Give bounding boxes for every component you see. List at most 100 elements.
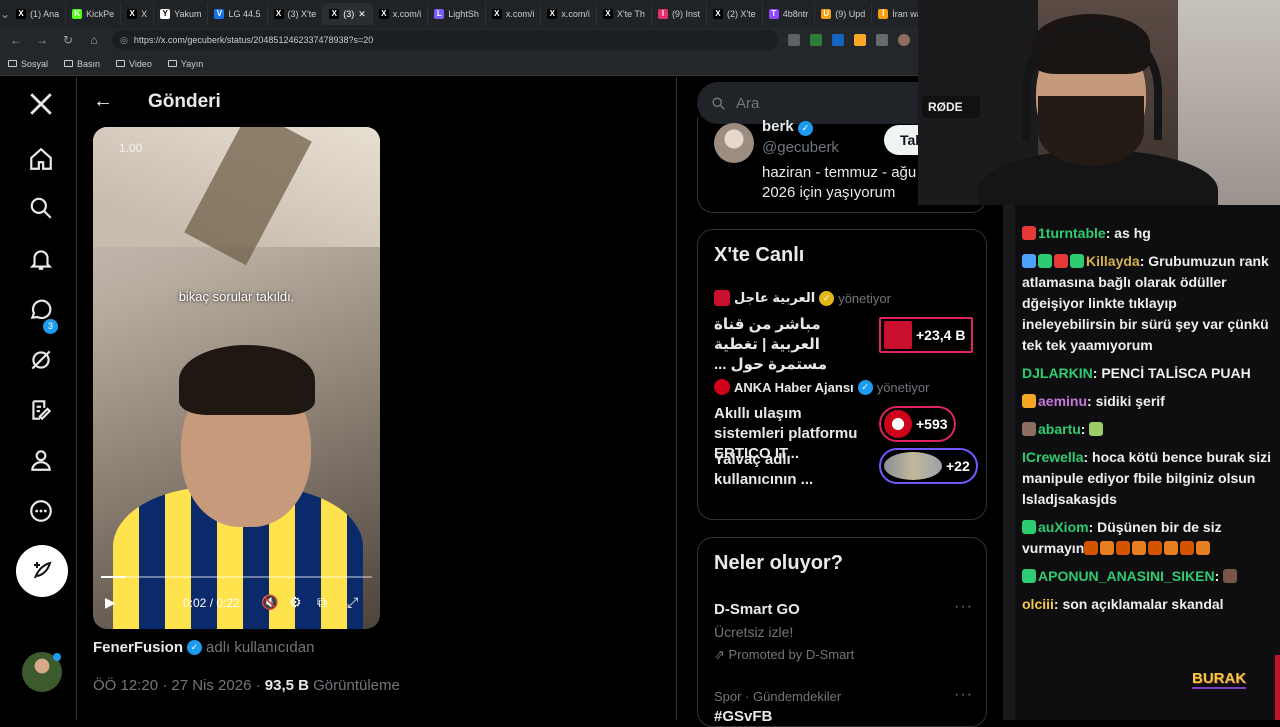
tab-label: LG 44.5 [228,9,261,19]
extension-icon[interactable] [788,34,800,46]
more-dots-icon[interactable]: ··· [954,598,973,616]
chat-username[interactable]: olciii [1022,596,1054,612]
chat-badge-icon [1038,254,1052,268]
browser-tab[interactable]: Y Yakum [154,3,209,25]
browser-tab[interactable]: Xx.com/i [486,3,542,25]
chat-emote-icon [1164,541,1179,555]
reload-icon[interactable]: ↻ [60,33,76,47]
browser-tab[interactable]: V LG 44.5 [208,3,268,25]
forward-icon[interactable]: → [34,33,50,47]
url-field[interactable]: ◎ https://x.com/gecuberk/status/20485124… [112,30,778,50]
browser-tab[interactable]: T 4b8ntr [763,3,816,25]
browser-tab[interactable]: X X'te Th [597,3,652,25]
browser-tab[interactable]: İİran wa [872,3,918,25]
chat-message: aeminu: sidiki şerif [1022,391,1274,412]
chat-badge-icon [1022,254,1036,268]
mute-icon[interactable]: 🔇 [261,594,278,611]
x-left-nav: 3 [0,77,77,720]
chat-username[interactable]: DJLARKIN [1022,365,1093,381]
trend-title[interactable]: D-Smart GO [714,601,800,618]
extension-icon[interactable] [854,34,866,46]
browser-tab[interactable]: X (3) ✕ [323,3,373,25]
chat-username[interactable]: 1turntable [1038,225,1106,241]
browser-tab[interactable]: XX [121,3,155,25]
browser-tab[interactable]: Xx.com/i [373,3,429,25]
video-player[interactable]: 1.00 bikaç sorular takıldı. ▶ 0:02 / 0:2… [93,127,380,629]
trend-title[interactable]: #GSvFB [714,708,772,726]
profile-icon[interactable] [26,445,56,475]
tab-favicon-icon: Y [160,9,171,19]
profile-name[interactable]: berk ✓ [762,118,813,136]
bookmark-folder[interactable]: Sosyal [8,59,48,69]
bookmark-folder[interactable]: Basın [64,59,100,69]
browser-tab[interactable]: U (9) Upd [815,3,873,25]
tab-close-icon[interactable]: ✕ [358,9,366,20]
trend-subtitle: Ücretsiz izle! [714,624,794,640]
picture-in-picture-icon[interactable]: ⧉ [317,594,327,611]
live-listener-count[interactable]: +593 [879,406,956,442]
chat-username[interactable]: abartu [1038,421,1081,437]
search-icon [712,96,725,110]
chat-separator: : [1139,253,1149,269]
x-logo-icon[interactable] [26,89,56,119]
explore-search-icon[interactable] [26,193,56,223]
home-icon[interactable]: ⌂ [86,33,102,47]
host-name: ANKA Haber Ajansı [734,379,854,395]
browser-tab[interactable]: L LightSh [428,3,486,25]
notifications-bell-icon[interactable] [26,244,56,274]
live-title[interactable]: Yalvaç adlı kullanıcının ... [714,450,864,490]
browser-tab[interactable]: K KickPe [66,3,122,25]
grok-icon[interactable] [26,345,56,375]
back-arrow-icon[interactable]: ← [93,90,113,113]
video-progress-bar[interactable] [101,576,372,578]
profile-handle: @gecuberk [762,139,839,156]
browser-tab[interactable]: Xx.com/i [541,3,597,25]
chat-text: sidiki şerif [1095,393,1165,409]
extension-icon[interactable] [876,34,888,46]
tab-menu-icon[interactable]: ⌄ [0,7,10,21]
back-icon[interactable]: ← [8,33,24,47]
home-icon[interactable] [26,144,56,174]
chat-separator: : [1083,449,1093,465]
articles-compose-icon[interactable] [26,395,56,425]
compose-post-button[interactable] [16,545,68,597]
chat-username[interactable]: auXiom [1038,519,1089,535]
live-host[interactable]: ANKA Haber Ajansı ✓ yönetiyor [714,379,929,395]
profile-icon[interactable] [898,34,910,46]
live-listener-count[interactable]: +22 [879,448,978,484]
overlay-accent-bar [1275,655,1280,720]
chat-username[interactable]: aeminu [1038,393,1087,409]
browser-tab[interactable]: I (9) Inst [652,3,707,25]
browser-tab[interactable]: X (3) X'te [268,3,324,25]
tab-favicon-icon: X [491,9,502,19]
browser-tab[interactable]: X (1) Ana [10,3,67,25]
chat-badge-icon [1022,569,1036,583]
chat-username[interactable]: ICrewella [1022,449,1083,465]
lock-icon: ◎ [120,34,128,45]
live-listener-count[interactable]: +23,4 B [879,317,974,353]
live-title[interactable]: مباشر من قناة العربية | تغطية مستمرة حول… [714,315,864,375]
bookmark-folder[interactable]: Video [116,59,152,69]
settings-gear-icon[interactable]: ⚙ [289,594,302,611]
play-icon[interactable]: ▶ [105,594,116,611]
chat-username[interactable]: Killayda [1086,253,1140,269]
fullscreen-icon[interactable]: ⤢ [347,594,358,611]
browser-tab[interactable]: X (2) X'te [707,3,763,25]
more-dots-icon[interactable]: ··· [954,686,973,704]
chat-username[interactable]: APONUN_ANASINI_SIKEN [1038,568,1215,584]
post-timestamp[interactable]: ÖÖ 12:20 · 27 Nis 2026 · [93,677,265,694]
extension-icon[interactable] [832,34,844,46]
bookmark-folder[interactable]: Yayın [167,59,203,69]
more-options-icon[interactable] [26,496,56,526]
grok-chat-icon[interactable] [26,295,56,325]
chat-message: DJLARKIN: PENCİ TALİSCA PUAH [1022,363,1274,384]
live-host[interactable]: العربية عاجل ✓ yönetiyor [714,290,891,306]
attribution-name[interactable]: FenerFusion [93,639,183,656]
extension-icon[interactable] [810,34,822,46]
chat-scrollbar[interactable] [1003,205,1015,720]
tab-label: (9) Upd [835,9,866,19]
tab-label: KickPe [86,9,115,19]
address-bar-row: ← → ↻ ⌂ ◎ https://x.com/gecuberk/status/… [0,28,918,52]
tab-favicon-icon: İ [878,9,889,19]
profile-avatar[interactable] [714,123,754,163]
